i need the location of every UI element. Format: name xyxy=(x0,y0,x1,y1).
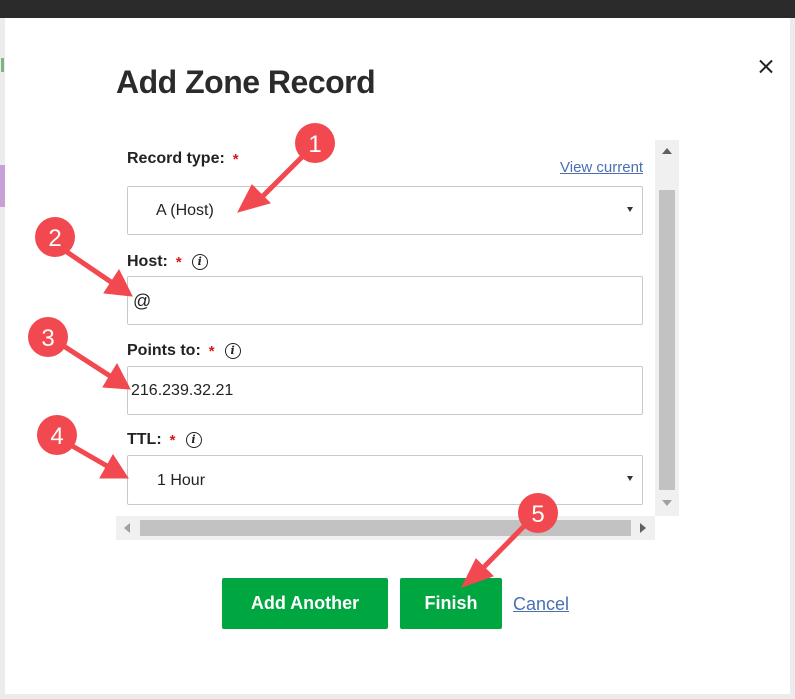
annotation-arrow-2 xyxy=(61,247,114,285)
annotation-number-5: 5 xyxy=(531,501,544,528)
annotation-number-3: 3 xyxy=(41,325,54,352)
annotation-number-1: 1 xyxy=(308,131,321,158)
annotation-number-4: 4 xyxy=(50,423,63,450)
annotation-arrow-3 xyxy=(56,340,113,379)
annotation-number-2: 2 xyxy=(48,225,61,252)
annotation-arrowhead-1 xyxy=(237,184,271,213)
annotation-overlay: 1 2 3 4 5 xyxy=(28,123,558,588)
annotation-arrow-1 xyxy=(259,151,308,200)
